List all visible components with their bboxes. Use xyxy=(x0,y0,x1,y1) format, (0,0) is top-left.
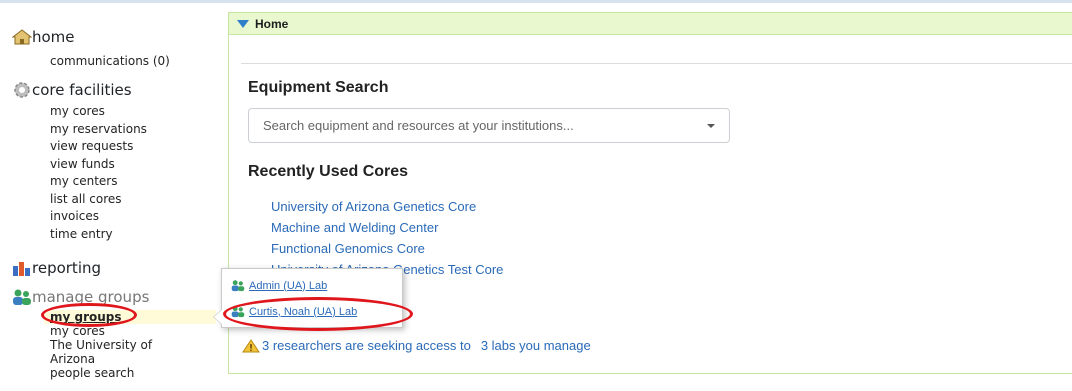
sidebar-item-my-cores[interactable]: my cores xyxy=(50,104,147,122)
popup-item-admin-lab[interactable]: Admin (UA) Lab xyxy=(231,279,327,292)
annotation-oval-my-groups xyxy=(41,303,137,327)
sidebar-section-core-facilities[interactable]: core facilities xyxy=(12,80,132,100)
sidebar-section-reporting-label: reporting xyxy=(32,259,102,277)
labs-manage-link[interactable]: 3 labs you manage xyxy=(481,338,591,353)
sidebar-section-home[interactable]: home xyxy=(12,28,75,46)
people-icon xyxy=(13,289,31,305)
admin-lab-link[interactable]: Admin (UA) Lab xyxy=(249,280,327,292)
panel-header[interactable]: Home xyxy=(229,13,1072,35)
core-facilities-submenu: my cores my reservations view requests v… xyxy=(50,104,147,244)
sidebar-section-home-label: home xyxy=(32,28,75,46)
recent-core-link[interactable]: University of Arizona Genetics Core xyxy=(271,196,503,217)
warning-icon xyxy=(242,338,260,352)
sidebar: home communications (0) core facilities … xyxy=(0,14,222,391)
sidebar-section-reporting[interactable]: reporting xyxy=(12,259,101,277)
sidebar-item-view-funds[interactable]: view funds xyxy=(50,157,147,175)
dropdown-caret-icon[interactable] xyxy=(707,124,715,128)
annotation-oval-curtis-lab xyxy=(223,297,413,331)
sidebar-item-my-centers[interactable]: my centers xyxy=(50,174,147,192)
sidebar-item-list-all-cores[interactable]: list all cores xyxy=(50,192,147,210)
sidebar-item-institution[interactable]: The University of Arizona xyxy=(50,338,180,366)
sidebar-item-view-requests[interactable]: view requests xyxy=(50,139,147,157)
group-icon xyxy=(231,280,245,292)
sidebar-item-invoices[interactable]: invoices xyxy=(50,209,147,227)
home-icon xyxy=(12,29,32,45)
recent-cores-title: Recently Used Cores xyxy=(248,163,409,180)
gear-icon xyxy=(14,82,30,98)
sidebar-item-people-search[interactable]: people search xyxy=(50,366,216,384)
equipment-search-select[interactable]: Search equipment and resources at your i… xyxy=(248,108,730,143)
collapse-triangle-icon[interactable] xyxy=(237,19,249,28)
equipment-search-placeholder: Search equipment and resources at your i… xyxy=(263,118,574,133)
panel-header-title: Home xyxy=(255,16,289,31)
home-submenu: communications (0) xyxy=(50,54,170,72)
sidebar-item-communications[interactable]: communications (0) xyxy=(50,54,170,72)
access-notice: 3 researchers are seeking access to 3 la… xyxy=(242,338,591,353)
sidebar-item-time-entry[interactable]: time entry xyxy=(50,227,147,245)
equipment-search-title: Equipment Search xyxy=(248,79,389,96)
top-border xyxy=(0,0,1072,3)
recent-core-link[interactable]: Functional Genomics Core xyxy=(271,238,503,259)
section-divider xyxy=(241,63,1072,64)
bar-chart-icon xyxy=(13,262,30,276)
sidebar-section-core-facilities-label: core facilities xyxy=(32,81,132,99)
sidebar-item-my-reservations[interactable]: my reservations xyxy=(50,122,147,140)
access-notice-text: 3 researchers are seeking access to xyxy=(262,338,471,353)
recent-core-link[interactable]: Machine and Welding Center xyxy=(271,217,503,238)
